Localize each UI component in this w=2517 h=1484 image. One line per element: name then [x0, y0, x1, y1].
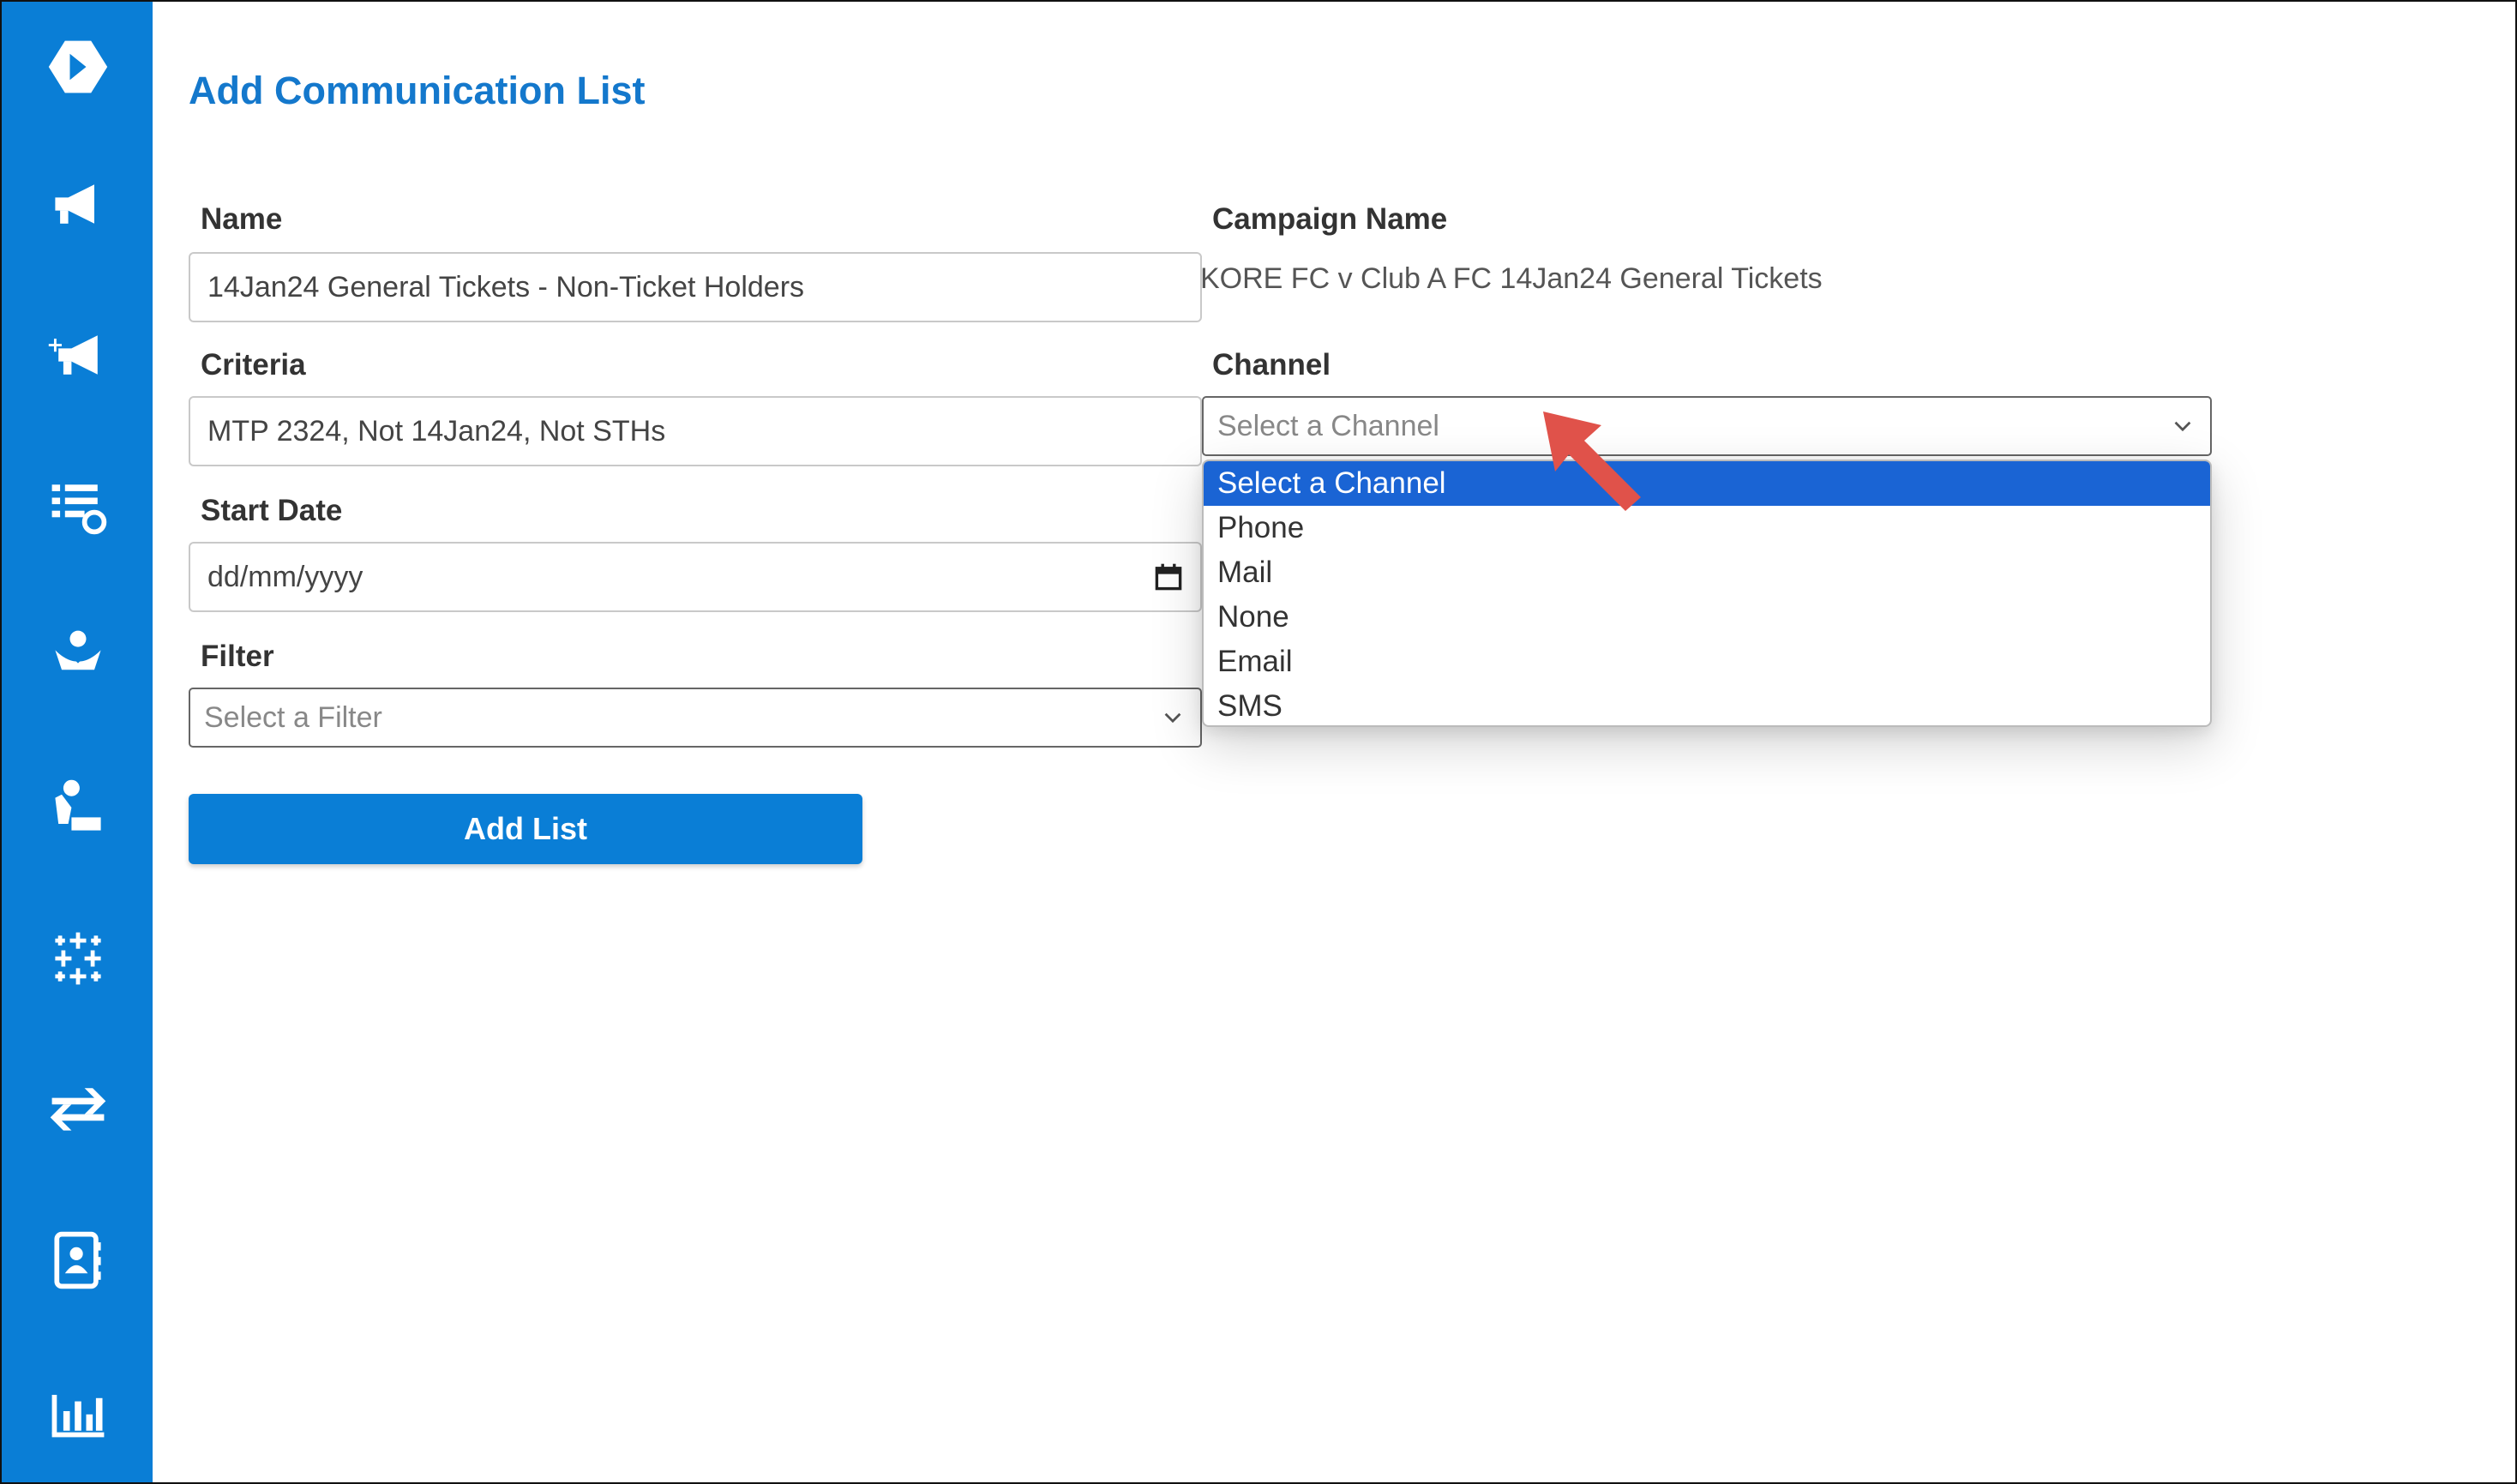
- channel-option-sms[interactable]: SMS: [1204, 684, 2210, 725]
- snowflake-grid-icon[interactable]: [39, 924, 117, 993]
- start-date-label: Start Date: [201, 494, 343, 527]
- bar-chart-icon[interactable]: [39, 1377, 117, 1445]
- campaign-name-value: KORE FC v Club A FC 14Jan24 General Tick…: [1200, 262, 1823, 295]
- criteria-label: Criteria: [201, 348, 306, 382]
- logo-icon[interactable]: [39, 33, 117, 101]
- channel-label: Channel: [1212, 348, 1331, 382]
- transfer-arrows-icon[interactable]: [39, 1073, 117, 1142]
- megaphone-icon[interactable]: [39, 170, 117, 238]
- filter-label: Filter: [201, 640, 274, 673]
- channel-select-placeholder: Select a Channel: [1217, 409, 1439, 442]
- name-input-value: 14Jan24 General Tickets - Non-Ticket Hol…: [207, 270, 805, 303]
- start-date-input[interactable]: dd/mm/yyyy: [189, 542, 1202, 612]
- chevron-down-icon: [1164, 712, 1181, 724]
- criteria-input-value: MTP 2324, Not 14Jan24, Not STHs: [207, 414, 666, 448]
- name-label: Name: [201, 202, 283, 236]
- filter-select-placeholder: Select a Filter: [204, 700, 382, 734]
- criteria-input[interactable]: MTP 2324, Not 14Jan24, Not STHs: [189, 396, 1202, 466]
- list-settings-icon[interactable]: [39, 472, 117, 540]
- person-desk-icon[interactable]: [39, 773, 117, 842]
- name-input[interactable]: 14Jan24 General Tickets - Non-Ticket Hol…: [189, 252, 1202, 322]
- annotation-arrow-icon: [1543, 412, 1641, 511]
- channel-option-phone[interactable]: Phone: [1204, 506, 2210, 550]
- channel-dropdown-list: Select a Channel Phone Mail None Email S…: [1202, 460, 2212, 727]
- contact-book-icon[interactable]: [39, 1226, 117, 1295]
- channel-option-mail[interactable]: Mail: [1204, 550, 2210, 595]
- channel-option-select[interactable]: Select a Channel: [1204, 461, 2210, 506]
- add-list-button[interactable]: Add List: [189, 794, 862, 864]
- channel-option-email[interactable]: Email: [1204, 640, 2210, 684]
- channel-option-none[interactable]: None: [1204, 595, 2210, 640]
- megaphone-add-icon[interactable]: [39, 321, 117, 389]
- hand-heart-icon[interactable]: [39, 622, 117, 691]
- calendar-icon[interactable]: [1154, 562, 1183, 592]
- channel-select[interactable]: Select a Channel: [1202, 396, 2212, 456]
- campaign-name-label: Campaign Name: [1212, 202, 1448, 236]
- chevron-down-icon: [2174, 421, 2191, 432]
- sidebar: [2, 2, 153, 1482]
- page-title: Add Communication List: [189, 69, 646, 112]
- start-date-placeholder: dd/mm/yyyy: [207, 560, 363, 593]
- filter-select[interactable]: Select a Filter: [189, 688, 1202, 748]
